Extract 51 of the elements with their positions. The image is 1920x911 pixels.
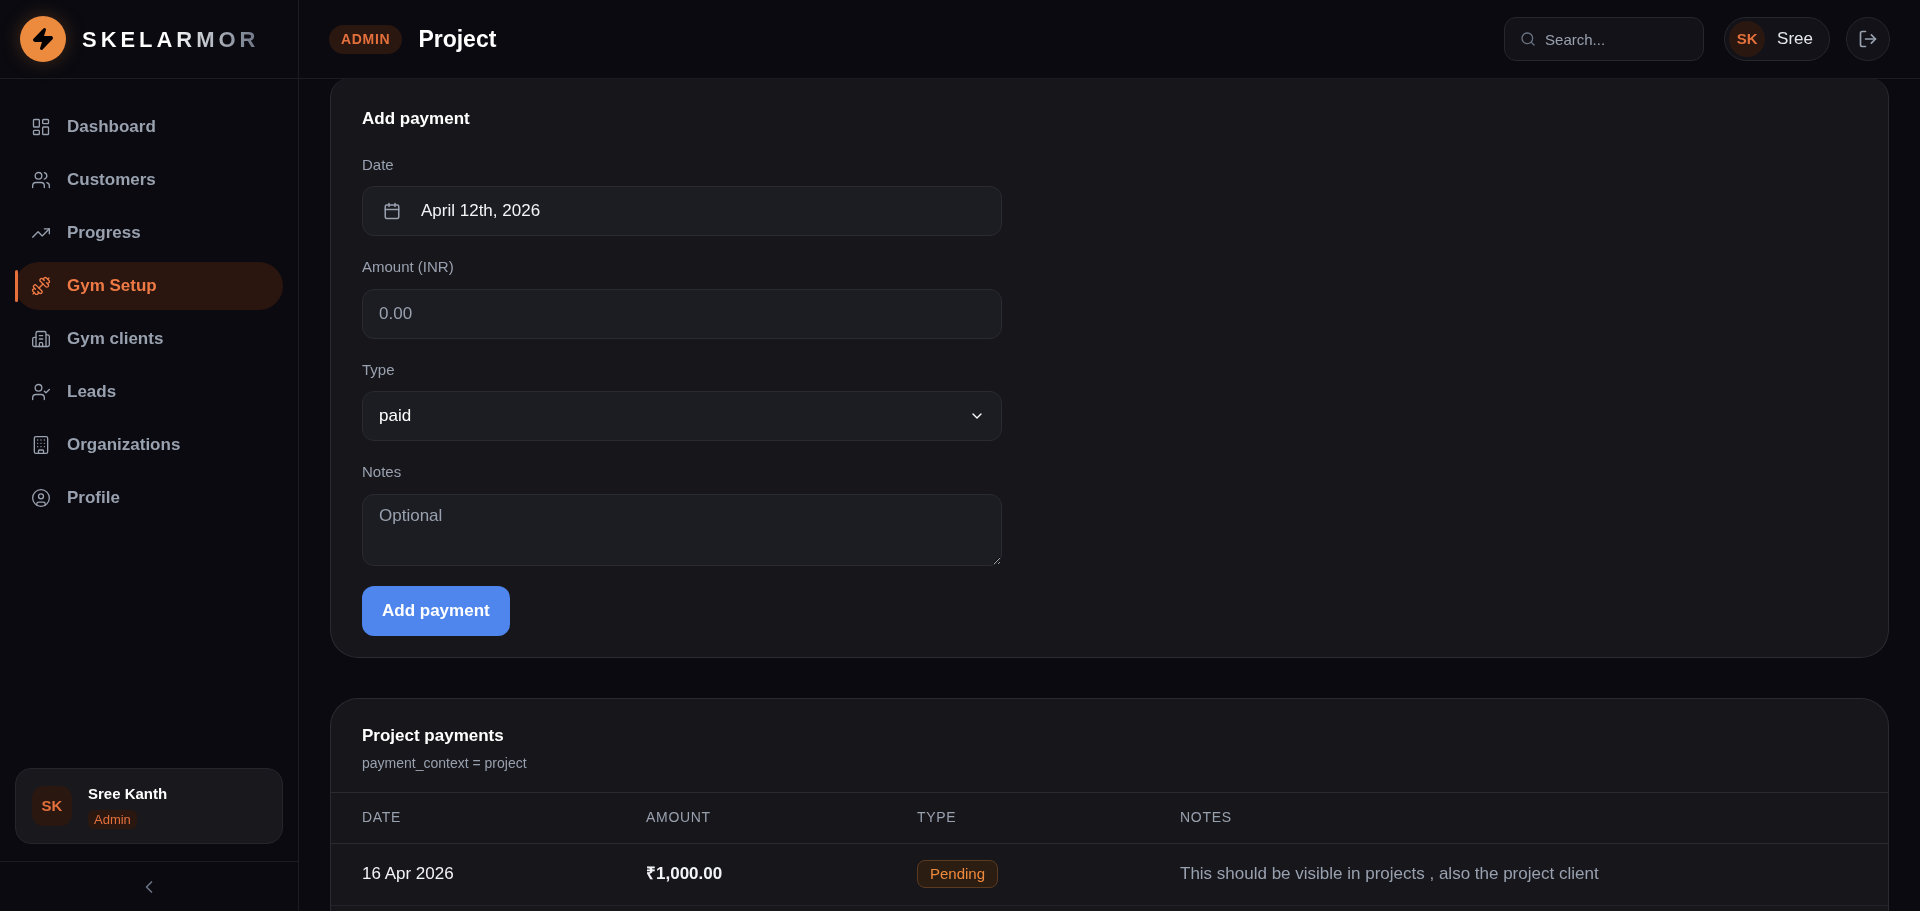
page-title: Project (418, 24, 497, 54)
nav-icon (31, 488, 51, 508)
column-header: DATE (362, 808, 403, 827)
column-header: AMOUNT (646, 808, 712, 827)
search-icon (1520, 31, 1537, 47)
card-title: Project payments (362, 725, 505, 747)
nav-icon (31, 170, 51, 190)
field-label: Type (362, 359, 396, 380)
column-header: NOTES (1180, 808, 1233, 827)
card-subtitle: payment_context = project (362, 753, 528, 773)
avatar: SK (32, 786, 72, 826)
nav-item[interactable]: Progress (15, 209, 283, 257)
user-name: Sree (1777, 28, 1813, 51)
profile-card[interactable]: SK Sree Kanth Admin (15, 768, 283, 844)
profile-name: Sree Kanth (88, 784, 168, 804)
logo-icon (20, 16, 66, 62)
logout-button[interactable] (1846, 17, 1890, 61)
column-header: TYPE (917, 808, 958, 827)
table-cell-text: ₹1,000.00 (646, 863, 724, 886)
nav-item[interactable]: Gym clients (15, 315, 283, 363)
nav-item[interactable]: Customers (15, 156, 283, 204)
search-field[interactable]: Search... (1504, 17, 1705, 61)
logout-icon (1858, 29, 1878, 49)
nav-icon (31, 435, 51, 455)
table-cell-text: This should be visible in projects , also the project client (1180, 863, 1600, 886)
nav-item[interactable]: Leads (15, 368, 283, 416)
date-field[interactable]: April 12th, 2026 (362, 186, 1002, 236)
field-label: Date (362, 154, 395, 175)
nav-icon (31, 276, 51, 296)
active-indicator (15, 270, 18, 302)
nav-icon (31, 382, 51, 402)
role-badge: Admin (88, 809, 137, 829)
field-label: Notes (362, 462, 403, 482)
role-badge: ADMIN (329, 24, 403, 54)
amount-field[interactable]: 0.00 (362, 288, 1002, 339)
add-payment-button[interactable]: Add payment (362, 585, 510, 636)
avatar: SK (1729, 21, 1766, 57)
table-cell-text: 16 Apr 2026 (362, 863, 455, 886)
nav-icon (31, 329, 51, 349)
nav-icon (31, 117, 51, 137)
status-badge: Pending (917, 859, 999, 889)
user-menu[interactable]: SK Sree (1724, 17, 1830, 61)
type-select[interactable]: paid (362, 391, 1002, 441)
notes-field[interactable]: Optional (362, 493, 1002, 566)
calendar-icon (383, 202, 401, 220)
field-label: Amount (INR) (362, 257, 455, 277)
nav-item[interactable]: Profile (15, 474, 283, 522)
nav-item[interactable]: Gym Setup (15, 262, 283, 310)
card-title: Add payment (362, 108, 471, 130)
nav-item[interactable]: Dashboard (15, 103, 283, 151)
nav-item[interactable]: Organizations (15, 421, 283, 469)
